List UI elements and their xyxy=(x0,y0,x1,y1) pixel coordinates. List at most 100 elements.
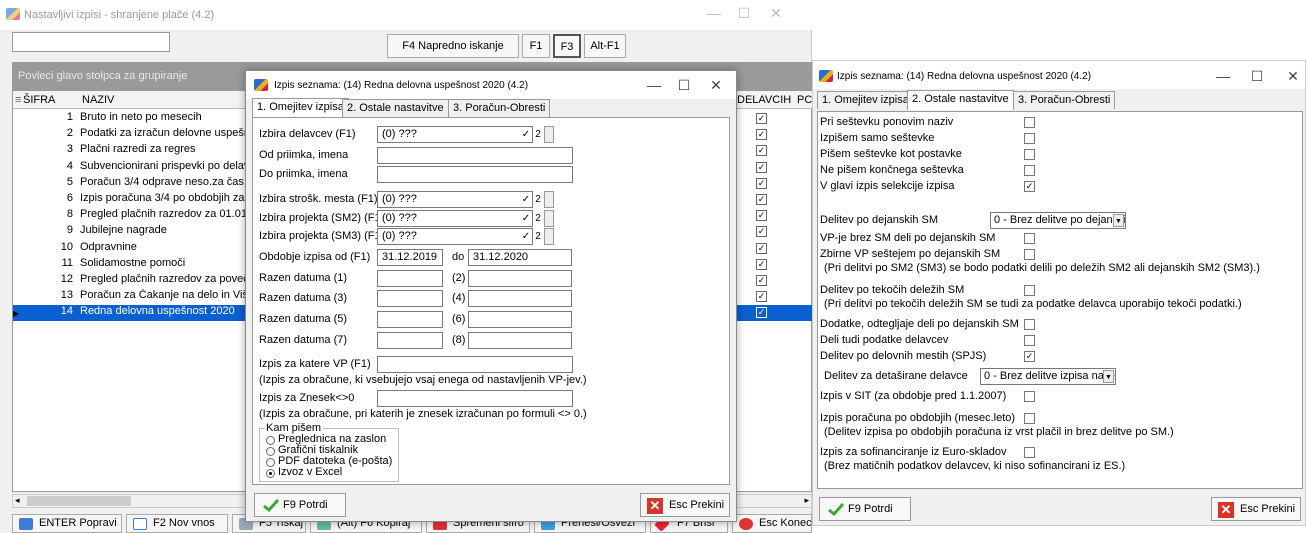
razen-2-input[interactable] xyxy=(468,270,572,287)
vp-brez-sm-checkbox[interactable] xyxy=(1024,233,1035,244)
tab-omejitev[interactable]: 1. Omejitev izpisa xyxy=(817,91,914,109)
row-delavcih-checkbox[interactable]: ✓ xyxy=(756,275,767,286)
do-priimka-input[interactable] xyxy=(377,166,573,183)
razen-4-input[interactable] xyxy=(468,290,572,307)
radio-graficni[interactable] xyxy=(266,447,275,456)
tab-ostale[interactable]: 2. Ostale nastavitve xyxy=(907,90,1014,110)
deli-tudi-label: Deli tudi podatke delavcev xyxy=(820,334,949,346)
izbira-delavcev-browse[interactable] xyxy=(544,126,554,143)
radio-pdf[interactable] xyxy=(266,458,275,467)
razen-3-input[interactable] xyxy=(377,290,443,307)
katere-vp-input[interactable] xyxy=(377,356,573,373)
note-obdobjih: (Delitev izpisa po obdobjih poračuna iz … xyxy=(824,426,1174,438)
razen-8-label: (8) xyxy=(452,334,466,346)
euro-checkbox[interactable] xyxy=(1024,447,1035,458)
obdobje-from-input[interactable]: 31.12.2019 xyxy=(377,249,443,266)
chevron-down-icon[interactable]: ▼ xyxy=(1103,370,1114,383)
close-button[interactable]: ✕ xyxy=(756,0,796,26)
delitev-sm-select[interactable]: 0 - Brez delitve po dejanskih SM▼ xyxy=(990,212,1126,229)
new-entry-button[interactable]: F2 Nov vnos xyxy=(126,514,228,533)
row-naziv: Poračun za Čakanje na delo in Višjo xyxy=(80,289,257,302)
projekta-sm3-input[interactable]: (0) ??? xyxy=(377,228,533,245)
razen-1-input[interactable] xyxy=(377,270,443,287)
advanced-search-button[interactable]: F4 Napredno iskanje xyxy=(387,34,519,58)
col-naziv[interactable]: NAZIV xyxy=(82,94,114,106)
col-sifra[interactable]: ŠIFRA xyxy=(23,94,55,106)
col-pc[interactable]: PC xyxy=(797,94,812,106)
new-icon xyxy=(133,518,147,530)
row-delavcih-checkbox[interactable]: ✓ xyxy=(756,161,767,173)
znesek-input[interactable] xyxy=(377,390,573,407)
row-delavcih-checkbox[interactable]: ✓ xyxy=(756,307,767,319)
deli-tudi-checkbox[interactable] xyxy=(1024,335,1035,346)
f1-button[interactable]: F1 xyxy=(522,34,550,58)
row-delavcih-checkbox[interactable]: ✓ xyxy=(756,291,767,303)
edit-button[interactable]: ENTER Popravi xyxy=(12,514,122,533)
scroll-thumb[interactable] xyxy=(27,496,131,506)
chevron-down-icon[interactable]: ▼ xyxy=(1113,214,1124,227)
tab-poracun[interactable]: 3. Poračun-Obresti xyxy=(1013,91,1116,109)
option-checkbox[interactable]: ✓ xyxy=(1024,181,1035,192)
razen-6-input[interactable] xyxy=(468,311,572,328)
option-checkbox[interactable] xyxy=(1024,117,1035,128)
radio-excel-label[interactable]: Izvoz v Excel xyxy=(278,466,342,478)
exit-button[interactable]: Esc Konec xyxy=(732,514,812,533)
confirm-button[interactable]: F9 Potrdi xyxy=(819,497,911,521)
radio-preglednica[interactable] xyxy=(266,436,275,445)
delitev-mest-checkbox[interactable]: ✓ xyxy=(1024,351,1035,362)
option-checkbox[interactable] xyxy=(1024,165,1035,176)
razen-3-label: Razen datuma (3) xyxy=(259,292,348,304)
row-delavcih-checkbox[interactable]: ✓ xyxy=(756,258,767,270)
maximize-button[interactable]: ☐ xyxy=(1237,63,1277,89)
sit-checkbox[interactable] xyxy=(1024,391,1035,402)
tab-poracun[interactable]: 3. Poračun-Obresti xyxy=(448,99,551,117)
row-delavcih-checkbox[interactable]: ✓ xyxy=(756,210,767,222)
check-mark-icon[interactable]: ✓ xyxy=(521,126,531,143)
strosk-mesta-browse[interactable] xyxy=(544,191,554,208)
scroll-right-icon[interactable]: ▸ xyxy=(804,495,809,506)
confirm-button[interactable]: F9 Potrdi xyxy=(254,493,346,517)
close-button[interactable]: ✕ xyxy=(1273,63,1306,89)
row-delavcih-checkbox[interactable]: ✓ xyxy=(756,129,767,141)
check-mark-icon[interactable]: ✓ xyxy=(521,191,531,208)
alt-f1-button[interactable]: Alt-F1 xyxy=(584,34,626,58)
tab-ostale[interactable]: 2. Ostale nastavitve xyxy=(342,99,449,117)
detasirane-select[interactable]: 0 - Brez delitve izpisa na Delo-Tuj▼ xyxy=(980,368,1116,385)
f3-button[interactable]: F3 xyxy=(553,34,581,58)
row-delavcih-checkbox[interactable]: ✓ xyxy=(756,145,767,157)
check-mark-icon[interactable]: ✓ xyxy=(521,210,531,227)
row-sifra: 9 xyxy=(66,224,73,237)
obdobje-to-input[interactable]: 31.12.2020 xyxy=(468,249,572,266)
razen-7-input[interactable] xyxy=(377,332,443,349)
izbira-delavcev-input[interactable]: (0) ??? xyxy=(377,126,533,143)
row-delavcih-checkbox[interactable]: ✓ xyxy=(756,177,767,189)
row-delavcih-checkbox[interactable]: ✓ xyxy=(756,194,767,205)
check-mark-icon[interactable]: ✓ xyxy=(521,228,531,245)
row-sifra: 3 xyxy=(66,143,73,156)
scroll-left-icon[interactable]: ◂ xyxy=(15,495,20,506)
razen-8-input[interactable] xyxy=(468,332,572,349)
radio-excel[interactable] xyxy=(266,469,275,478)
search-input[interactable] xyxy=(12,32,170,52)
projekta-sm2-browse[interactable] xyxy=(544,210,554,227)
zbirne-vp-checkbox[interactable] xyxy=(1024,249,1035,260)
row-delavcih-checkbox[interactable]: ✓ xyxy=(756,242,767,254)
cancel-button[interactable]: ✕ Esc Prekini xyxy=(1211,497,1301,521)
option-checkbox[interactable] xyxy=(1024,149,1035,160)
cancel-button[interactable]: ✕ Esc Prekini xyxy=(640,493,730,517)
col-delavcih[interactable]: DELAVCIH xyxy=(737,94,791,106)
projekta-sm3-browse[interactable] xyxy=(544,228,554,245)
razen-5-input[interactable] xyxy=(377,311,443,328)
row-delavcih-checkbox[interactable]: ✓ xyxy=(756,113,767,124)
obdobjih-checkbox[interactable] xyxy=(1024,413,1035,424)
grid-menu-icon[interactable]: ≡ xyxy=(15,94,21,106)
strosk-mesta-input[interactable]: (0) ??? xyxy=(377,191,533,208)
dodatke-checkbox[interactable] xyxy=(1024,319,1035,330)
option-checkbox[interactable] xyxy=(1024,133,1035,144)
row-delavcih-checkbox[interactable]: ✓ xyxy=(756,226,767,238)
delitev-tekocih-checkbox[interactable] xyxy=(1024,285,1035,296)
tab-omejitev[interactable]: 1. Omejitev izpisa xyxy=(252,98,349,118)
projekta-sm2-input[interactable]: (0) ??? xyxy=(377,210,533,227)
od-priimka-input[interactable] xyxy=(377,147,573,164)
close-button[interactable]: ✕ xyxy=(696,72,736,98)
